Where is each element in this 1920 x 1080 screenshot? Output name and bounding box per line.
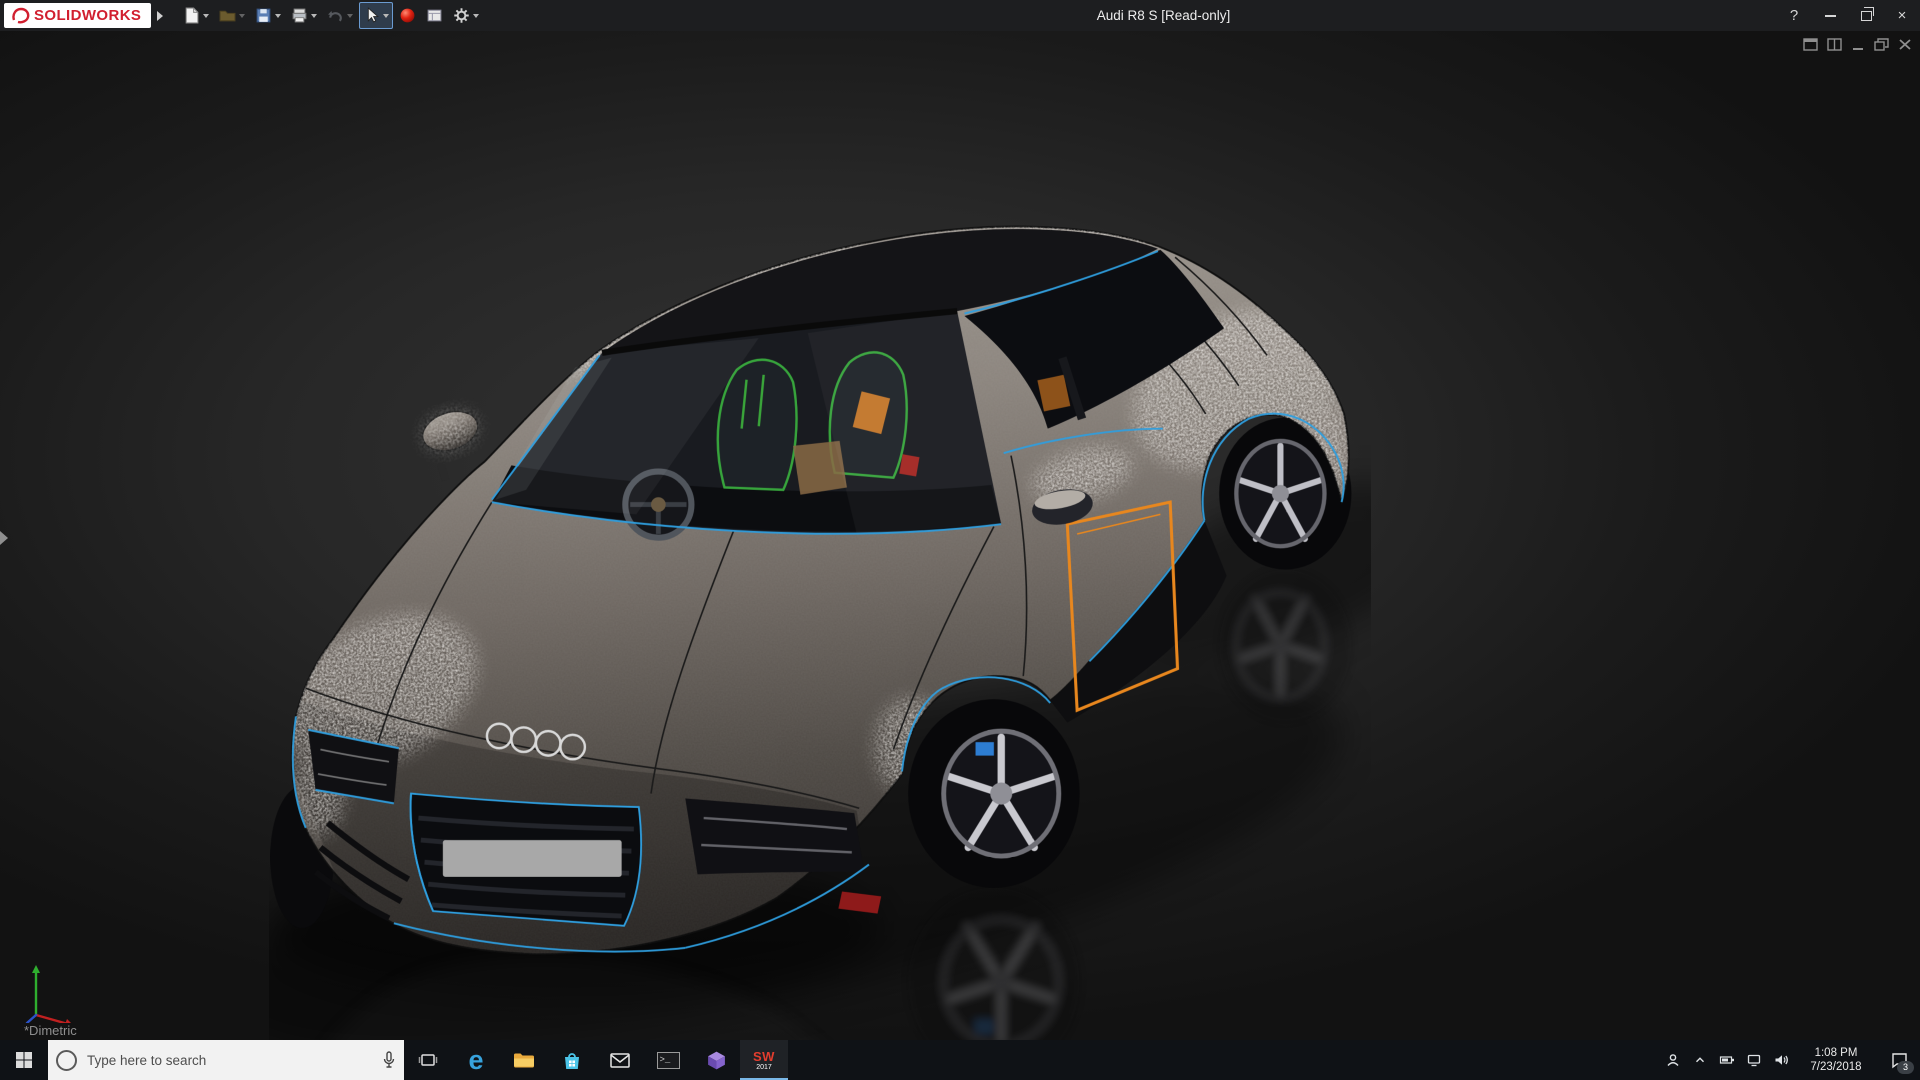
ds-logo-icon [10,6,30,26]
document-window-controls [1803,38,1912,51]
mail-icon [609,1051,631,1069]
dropdown-caret[interactable] [203,14,209,18]
doc-minimize-icon[interactable] [1851,38,1865,51]
car-model[interactable] [269,202,1371,1040]
help-button[interactable]: ? [1776,0,1812,31]
brand-wordmark: SOLIDWORKS [34,7,141,24]
search-input[interactable] [85,1052,374,1069]
action-center-button[interactable]: 3 [1878,1040,1920,1080]
cortana-icon [56,1050,77,1071]
doc-tile-icon[interactable] [1827,38,1842,51]
minimize-button[interactable] [1812,0,1848,31]
people-icon [1665,1052,1681,1068]
taskbar: e >_ [0,1040,1920,1080]
display-panel-icon [426,7,443,24]
battery-icon [1719,1052,1735,1068]
close-button[interactable]: × [1884,0,1920,31]
open-folder-icon [219,7,236,24]
start-button[interactable] [0,1040,48,1080]
select-tool-button[interactable] [359,2,393,29]
battery-button[interactable] [1713,1040,1740,1080]
orientation-triad[interactable] [20,957,84,1023]
dropdown-caret[interactable] [275,14,281,18]
doc-restore-icon[interactable] [1874,38,1889,51]
print-icon [291,7,308,24]
taskbar-app-edge[interactable]: e [452,1040,500,1080]
microphone-icon[interactable] [382,1051,396,1069]
front-right-wheel[interactable] [908,699,1079,888]
dropdown-caret[interactable] [347,14,353,18]
restore-icon [1861,11,1872,21]
gear-icon [453,7,470,24]
windows-logo-icon [15,1051,33,1069]
taskbar-app-file-explorer[interactable] [500,1040,548,1080]
file-explorer-icon [512,1050,536,1070]
volume-button[interactable] [1767,1040,1794,1080]
print-button[interactable] [287,2,321,29]
license-plate-blank [443,840,622,877]
dropdown-caret[interactable] [473,14,479,18]
solidworks-2017-icon: SW 2017 [753,1050,775,1071]
display-settings-button[interactable] [422,2,447,29]
task-view-icon [418,1051,438,1069]
volume-icon [1773,1052,1789,1068]
store-icon [561,1050,583,1071]
doc-close-icon[interactable] [1898,38,1912,51]
taskbar-search[interactable] [48,1040,404,1080]
feature-tree-flyout-arrow[interactable] [0,531,8,545]
network-button[interactable] [1740,1040,1767,1080]
appearance-button[interactable] [395,2,420,29]
taskbar-app-3d-viewer[interactable] [692,1040,740,1080]
view-orientation-label: *Dimetric [24,1023,77,1038]
windshield[interactable] [492,311,1001,538]
taskbar-app-store[interactable] [548,1040,596,1080]
appearance-sphere-icon [399,7,416,24]
open-button[interactable] [215,2,249,29]
dropdown-caret[interactable] [383,14,389,18]
undo-button[interactable] [323,2,357,29]
console-icon: >_ [657,1052,680,1069]
solidworks-window: SOLIDWORKS [0,0,1920,1080]
new-document-button[interactable] [179,2,213,29]
solidworks-logo[interactable]: SOLIDWORKS [4,3,151,28]
cube-icon [706,1050,727,1071]
save-button[interactable] [251,2,285,29]
taskbar-clock[interactable]: 1:08 PM 7/23/2018 [1794,1046,1878,1074]
graphics-viewport[interactable]: *Dimetric [0,31,1920,1040]
menu-flyout-arrow[interactable] [151,3,169,28]
restore-button[interactable] [1848,0,1884,31]
chevron-up-icon [1693,1053,1707,1067]
taskbar-app-console[interactable]: >_ [644,1040,692,1080]
taskbar-app-solidworks[interactable]: SW 2017 [740,1040,788,1080]
network-icon [1746,1052,1762,1068]
options-button[interactable] [449,2,483,29]
document-title: Audi R8 S [Read-only] [1097,8,1231,23]
clock-time: 1:08 PM [1794,1046,1878,1060]
window-controls: ? × [1776,0,1920,31]
taskbar-app-mail[interactable] [596,1040,644,1080]
undo-icon [327,7,344,24]
titlebar: SOLIDWORKS [0,0,1920,31]
people-button[interactable] [1659,1040,1686,1080]
mirror-left[interactable] [418,405,483,480]
dropdown-caret[interactable] [239,14,245,18]
system-tray: 1:08 PM 7/23/2018 3 [1659,1040,1920,1080]
tray-overflow-button[interactable] [1686,1040,1713,1080]
save-icon [255,7,272,24]
clock-date: 7/23/2018 [1794,1060,1878,1074]
minimize-icon [1825,15,1836,17]
dropdown-caret[interactable] [311,14,317,18]
quick-access-toolbar [179,2,483,29]
doc-window-icon[interactable] [1803,38,1818,51]
new-document-icon [183,7,200,24]
taskbar-app-task-view[interactable] [404,1040,452,1080]
select-cursor-icon [363,7,380,24]
edge-icon: e [468,1047,483,1074]
notification-badge: 3 [1897,1061,1914,1074]
